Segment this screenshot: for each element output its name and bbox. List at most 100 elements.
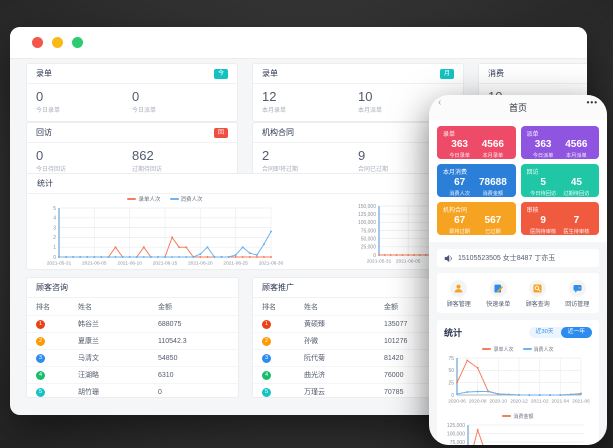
svg-text:2020-10: 2020-10 <box>489 399 507 405</box>
back-icon[interactable]: ‹ <box>438 98 441 108</box>
minimize-button[interactable] <box>52 37 63 48</box>
phone-stat-card[interactable]: 本月消费 67 消费人次 78688 消费金额 <box>437 164 516 197</box>
amount-value: 6310 <box>158 372 229 379</box>
legend-label: 录单人次 <box>493 346 513 353</box>
table-row: 1 韩谷兰 688075 <box>27 315 238 332</box>
close-button[interactable] <box>32 37 43 48</box>
svg-text:5: 5 <box>53 206 56 212</box>
action-label: 回访管理 <box>565 299 589 308</box>
phone-card-value: 5 <box>527 177 560 189</box>
phone-statistics-card: 统计 近30天 近一年 录单人次 消费人次 0 25 50 75 2020-06 2020… <box>437 320 599 445</box>
customer-name: 万瑾云 <box>304 387 384 397</box>
rank-badge: 1 <box>262 320 271 329</box>
stat-card-callbacks: 回访 回 0今日待回访 862过期待回访 <box>26 122 238 179</box>
svg-text:75: 75 <box>448 356 454 362</box>
rank-badge: 3 <box>262 354 271 363</box>
stat-label: 今日派单 <box>132 105 228 114</box>
svg-text:0: 0 <box>451 393 454 399</box>
maximize-button[interactable] <box>72 37 83 48</box>
svg-text:25: 25 <box>448 381 454 387</box>
phone-card-value: 7 <box>560 215 593 227</box>
phone-card-title: 本月消费 <box>443 167 510 176</box>
phone-stat-card[interactable]: 回访 5 今日待回访 45 过期待回访 <box>521 164 600 197</box>
legend-label: 录单人次 <box>138 195 160 203</box>
customer-name: 韩谷兰 <box>78 319 158 329</box>
svg-text:4: 4 <box>53 216 56 222</box>
phone-stat-card[interactable]: 机构合同 67 即将过期 567 已过期 <box>437 202 516 235</box>
svg-text:2021-02: 2021-02 <box>531 399 549 405</box>
table-row: 2 夏康兰 110542.3 <box>27 332 238 349</box>
stat-value: 0 <box>36 89 132 104</box>
table-row: 3 马清文 54850 <box>27 349 238 366</box>
svg-text:0: 0 <box>373 253 376 259</box>
tab-last-30-days[interactable]: 近30天 <box>529 327 561 338</box>
svg-text:25,000: 25,000 <box>361 245 377 251</box>
action-customer-management[interactable]: 顾客管理 <box>439 280 479 308</box>
svg-text:75,000: 75,000 <box>450 440 466 445</box>
tab-last-year[interactable]: 近一年 <box>561 327 592 338</box>
svg-text:2021-06-15: 2021-06-15 <box>153 261 178 267</box>
action-quick-order[interactable]: 快速录单 <box>479 280 519 308</box>
phone-card-value: 363 <box>443 139 476 151</box>
action-label: 快速录单 <box>486 299 510 308</box>
phone-card-value: 45 <box>560 177 593 189</box>
chart-legend: 录单人次 消费人次 <box>45 194 285 204</box>
phone-stat-card[interactable]: 审核 9 医院待审核 7 医生待审核 <box>521 202 600 235</box>
svg-text:2020-12: 2020-12 <box>510 399 528 405</box>
table-body: 1 韩谷兰 688075 2 夏康兰 110542.3 3 马清文 54850 <box>27 315 238 398</box>
svg-text:125,000: 125,000 <box>358 212 376 218</box>
order-pen-icon <box>490 280 507 297</box>
stat-label: 合同即将过期 <box>262 164 358 173</box>
rank-badge: 1 <box>36 320 45 329</box>
action-customer-query[interactable]: 顾客查询 <box>518 280 558 308</box>
svg-text:3: 3 <box>53 225 56 231</box>
table-row: 5 胡竹珊 0 <box>27 383 238 398</box>
rank-badge: 2 <box>36 337 45 346</box>
phone-card-label: 本月派单 <box>560 152 593 159</box>
svg-text:2021-06-05: 2021-06-05 <box>82 261 107 267</box>
svg-text:50,000: 50,000 <box>361 237 377 243</box>
phone-card-label: 过期待回访 <box>560 190 593 197</box>
notice-bar[interactable]: 15105523505 女士8487 丁亦玉 <box>437 249 599 267</box>
phone-stat-card[interactable]: 派单 363 今日派单 4566 本月派单 <box>521 126 600 159</box>
table-row: 4 汪湖略 6310 <box>27 366 238 383</box>
svg-text:75,000: 75,000 <box>361 228 377 234</box>
phone-stat-grid: 录单 363 今日录单 4566 本月录单 派单 <box>429 120 607 242</box>
customer-name: 胡竹珊 <box>78 387 158 397</box>
customer-name: 曲光济 <box>304 370 384 380</box>
card-title: 消费 <box>488 68 504 79</box>
svg-text:2021-06: 2021-06 <box>572 399 590 405</box>
phone-stat-card[interactable]: 录单 363 今日录单 4566 本月录单 <box>437 126 516 159</box>
card-title: 录单 <box>262 68 278 79</box>
ranking-tables-row: 顾客咨询 排名 姓名 金额 1 韩谷兰 688075 2 <box>26 277 465 398</box>
svg-text:50: 50 <box>448 368 454 374</box>
rank-badge: 2 <box>262 337 271 346</box>
svg-text:2020-06: 2020-06 <box>448 399 466 405</box>
phone-card-label: 今日派单 <box>527 152 560 159</box>
visits-chart-container: 录单人次 消费人次 0123452021-05-312021-06-052021… <box>45 194 285 270</box>
rank-badge: 4 <box>262 371 271 380</box>
table-card-consult: 顾客咨询 排名 姓名 金额 1 韩谷兰 688075 2 <box>26 277 239 398</box>
action-callback-management[interactable]: 回访管理 <box>558 280 598 308</box>
customer-name: 黄硕臻 <box>304 319 384 329</box>
stat-value: 862 <box>132 148 228 163</box>
phone-card-value: 67 <box>443 177 476 189</box>
more-menu-icon[interactable]: ••• <box>587 99 598 107</box>
chat-icon <box>569 280 586 297</box>
stat-value: 0 <box>36 148 132 163</box>
stat-value: 0 <box>132 89 228 104</box>
svg-text:150,000: 150,000 <box>358 204 376 210</box>
legend-label: 消费人次 <box>534 346 554 353</box>
card-title: 回访 <box>36 127 52 138</box>
range-tabs: 近30天 近一年 <box>529 327 592 338</box>
card-badge-today: 今 <box>214 69 228 79</box>
svg-text:100,000: 100,000 <box>447 431 465 437</box>
visits-line-chart: 0123452021-05-312021-06-052021-06-102021… <box>45 204 285 268</box>
chart-legend: 录单人次 消费人次 <box>444 344 592 354</box>
phone-page-title: 首页 <box>509 101 527 114</box>
stat-label: 过期待回访 <box>132 164 228 173</box>
phone-card-value: 9 <box>527 215 560 227</box>
svg-text:125,000: 125,000 <box>447 423 465 429</box>
customer-name: 阮代菊 <box>304 353 384 363</box>
phone-statistics-title: 统计 <box>444 326 462 339</box>
